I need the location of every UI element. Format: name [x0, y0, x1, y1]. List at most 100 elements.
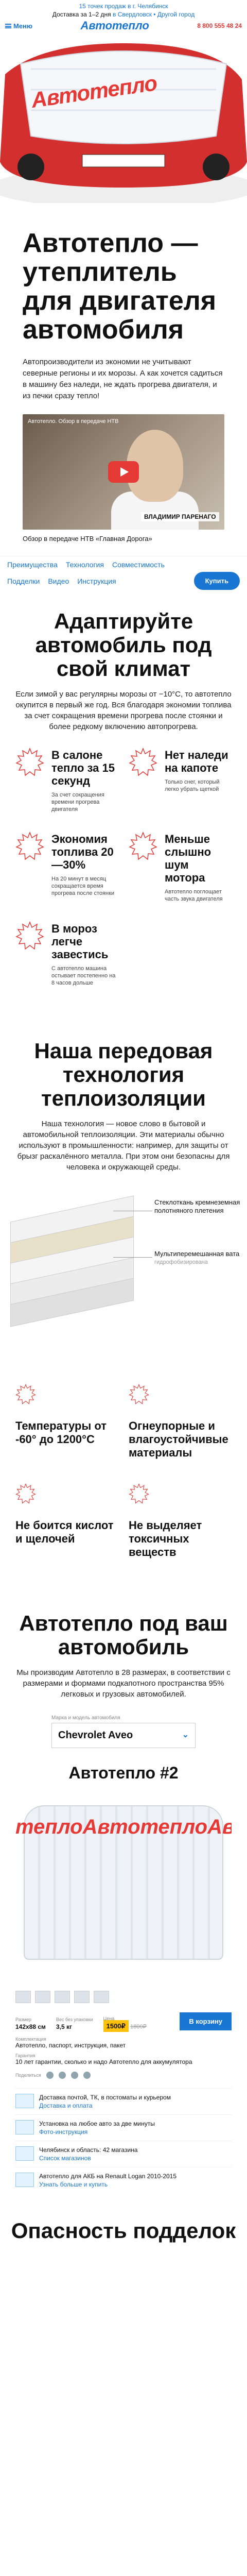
feature-item: Экономия топлива 20—30% На 20 минут в мес… [15, 832, 118, 903]
sales-points-link[interactable]: 15 точек продаж в г. Челябинск [79, 3, 168, 10]
feature-title: В мороз легче завестись [51, 922, 109, 961]
ok-icon[interactable] [58, 2072, 66, 2079]
tech-feature-title: Не боится кислот и щелочей [15, 1519, 114, 1545]
battery-icon [15, 2173, 34, 2187]
old-price: 1800₽ [130, 2024, 147, 2030]
feature-desc: За счет сокращения времени прогрева двиг… [51, 792, 104, 812]
product-thumbnails [0, 1986, 247, 2008]
spec-weight-label: Вес без упаковки [56, 2017, 93, 2022]
share-row: Поделиться [0, 2067, 247, 2083]
kit-info: Комплектация Автотепло, паспорт, инструк… [0, 2035, 247, 2051]
feature-desc: Автотепло поглощает часть звука двигател… [165, 889, 223, 902]
spec-weight: Вес без упаковки 3,5 кг [56, 2017, 93, 2030]
car-select-label: Марка и модель автомобиля [51, 1715, 120, 1721]
section-divider [0, 1007, 247, 1026]
kit-value: Автотепло, паспорт, инструкция, пакет [15, 2042, 126, 2049]
info-link[interactable]: Фото-инструкция [39, 2128, 155, 2136]
tab-technology[interactable]: Технология [66, 561, 104, 569]
price-tag: 1500₽ [103, 2020, 129, 2032]
feature-title: В салоне тепло за 15 секунд [51, 749, 115, 787]
burst-icon [15, 1483, 36, 1504]
warranty-value: 10 лет гарантии, сколько и надо Автотепл… [15, 2058, 192, 2065]
product-title: Автотепло #2 [68, 1764, 179, 1782]
product-specs: Размер 142х88 см Вес без упаковки 3,5 кг Ц… [0, 2008, 247, 2035]
tab-compatibility[interactable]: Совместимость [112, 561, 165, 569]
thumbnail[interactable] [74, 1991, 90, 2003]
car-select-value: Chevrolet Aveo [58, 1730, 133, 1741]
burst-icon [129, 1383, 149, 1404]
warranty-info: Гарантия 10 лет гарантии, сколько и надо… [0, 2051, 247, 2067]
city-link[interactable]: Свердловск [118, 11, 152, 18]
material-slabs [10, 1195, 134, 1327]
list-item: Установка на любое авто за две минуты Фот… [15, 2114, 232, 2141]
thumbnail[interactable] [55, 1991, 70, 2003]
phone-link[interactable]: 8 800 555 48 24 [197, 22, 242, 29]
climate-features: В салоне тепло за 15 секунд За счет сокра… [0, 748, 247, 1007]
video-lower-third: ВЛАДИМИР ПАРЕНАГО [141, 512, 219, 521]
spec-size-value: 142х88 см [15, 2023, 46, 2030]
delivery-text: Доставка за 1–2 дня [52, 11, 111, 18]
burst-icon [129, 748, 157, 776]
car-select[interactable]: Chevrolet Aveo ⌄ [51, 1723, 196, 1748]
layer-label-text: Стеклоткань кремнеземная полотняного пле… [154, 1198, 240, 1214]
vk-icon[interactable] [46, 2072, 54, 2079]
other-city-link[interactable]: Другой город [157, 11, 195, 18]
tech-feature-title: Огнеупорные и влагоустойчивые материалы [129, 1419, 228, 1459]
tab-advantages[interactable]: Преимущества [7, 561, 58, 569]
thumbnail[interactable] [94, 1991, 109, 2003]
delivery-icon [15, 2094, 34, 2108]
feature-item: Нет наледи на капоте Только снег, который… [129, 748, 232, 813]
feature-title: Нет наледи на капоте [165, 749, 228, 774]
page-title: Автотепло — утеплитель для двигателя авт… [23, 228, 217, 345]
share-label: Поделиться [15, 2073, 41, 2078]
model-section-title: Автотепло под ваш автомобиль [19, 1611, 228, 1659]
section-nav: Преимущества Технология Совместимость По… [0, 556, 247, 596]
material-layers-illustration: Стеклоткань кремнеземная полотняного пле… [0, 1193, 247, 1368]
layer-label: Мультиперемешанная вата гидрофобизирована [154, 1250, 239, 1266]
feature-desc: С автотепло машина остывает постепенно н… [51, 965, 116, 986]
tech-features: Температуры от -60° до 1200°С Огнеупорны… [0, 1383, 247, 1580]
info-link[interactable]: Список магазинов [39, 2155, 137, 2162]
feature-desc: На 20 минут в месяц сокращается время пр… [51, 876, 115, 896]
layer-label-text: Мультиперемешанная вата [154, 1250, 240, 1258]
feature-item: В салоне тепло за 15 секунд За счет сокра… [15, 748, 118, 813]
info-list: Доставка почтой, ТК, в постоматы и курье… [0, 2083, 247, 2209]
feature-title: Экономия топлива 20—30% [51, 833, 114, 871]
play-icon[interactable] [108, 461, 139, 483]
store-icon [15, 2146, 34, 2161]
burst-icon [15, 921, 44, 950]
tech-feature-item: Не боится кислот и щелочей [15, 1483, 118, 1559]
hero-image: Автотепло [0, 33, 247, 203]
whatsapp-icon[interactable] [83, 2072, 91, 2079]
info-link[interactable]: Доставка и оплата [39, 2102, 171, 2109]
video-title: Автотепло. Обзор в передаче НТВ [28, 418, 119, 425]
burst-icon [15, 832, 44, 860]
climate-title: Адаптируйте автомобиль под свой климат [35, 609, 212, 681]
tab-instruction[interactable]: Инструкция [77, 577, 116, 585]
lead-text: Автопроизводители из экономии не учитыва… [23, 358, 223, 400]
product-image[interactable]: теплоАвтотеплоАвто [15, 1790, 232, 1986]
add-to-cart-button[interactable]: В корзину [180, 2012, 232, 2030]
info-link[interactable]: Узнать больше и купить [39, 2181, 177, 2188]
kit-label: Комплектация [15, 2037, 46, 2042]
tab-fakes[interactable]: Подделки [7, 577, 40, 585]
menu-button[interactable]: Меню [5, 22, 32, 30]
tab-video[interactable]: Видео [48, 577, 69, 585]
feature-desc: Только снег, который легко убрать щеткой [165, 779, 220, 792]
telegram-icon[interactable] [70, 2072, 78, 2079]
tech-feature-title: Температуры от -60° до 1200°С [15, 1419, 107, 1446]
feature-item: В мороз легче завестись С автотепло машин… [15, 921, 118, 987]
car-illustration [0, 43, 247, 203]
list-item: Автотепло для АКБ на Renault Logan 2010-… [15, 2167, 232, 2193]
video-player[interactable]: Автотепло. Обзор в передаче НТВ ВЛАДИМИР… [23, 414, 224, 530]
buy-button[interactable]: Купить [193, 572, 240, 590]
thumbnail[interactable] [35, 1991, 50, 2003]
burst-icon [129, 1483, 149, 1504]
feature-title: Меньше слышно шум мотора [165, 833, 211, 884]
info-text: Автотепло для АКБ на Renault Logan 2010-… [39, 2173, 177, 2180]
thumbnail[interactable] [15, 1991, 31, 2003]
logo[interactable]: Автотепло [80, 19, 149, 32]
info-text: Доставка почтой, ТК, в постоматы и курье… [39, 2094, 171, 2101]
leader-line [113, 1257, 152, 1258]
warranty-label: Гарантия [15, 2053, 36, 2058]
